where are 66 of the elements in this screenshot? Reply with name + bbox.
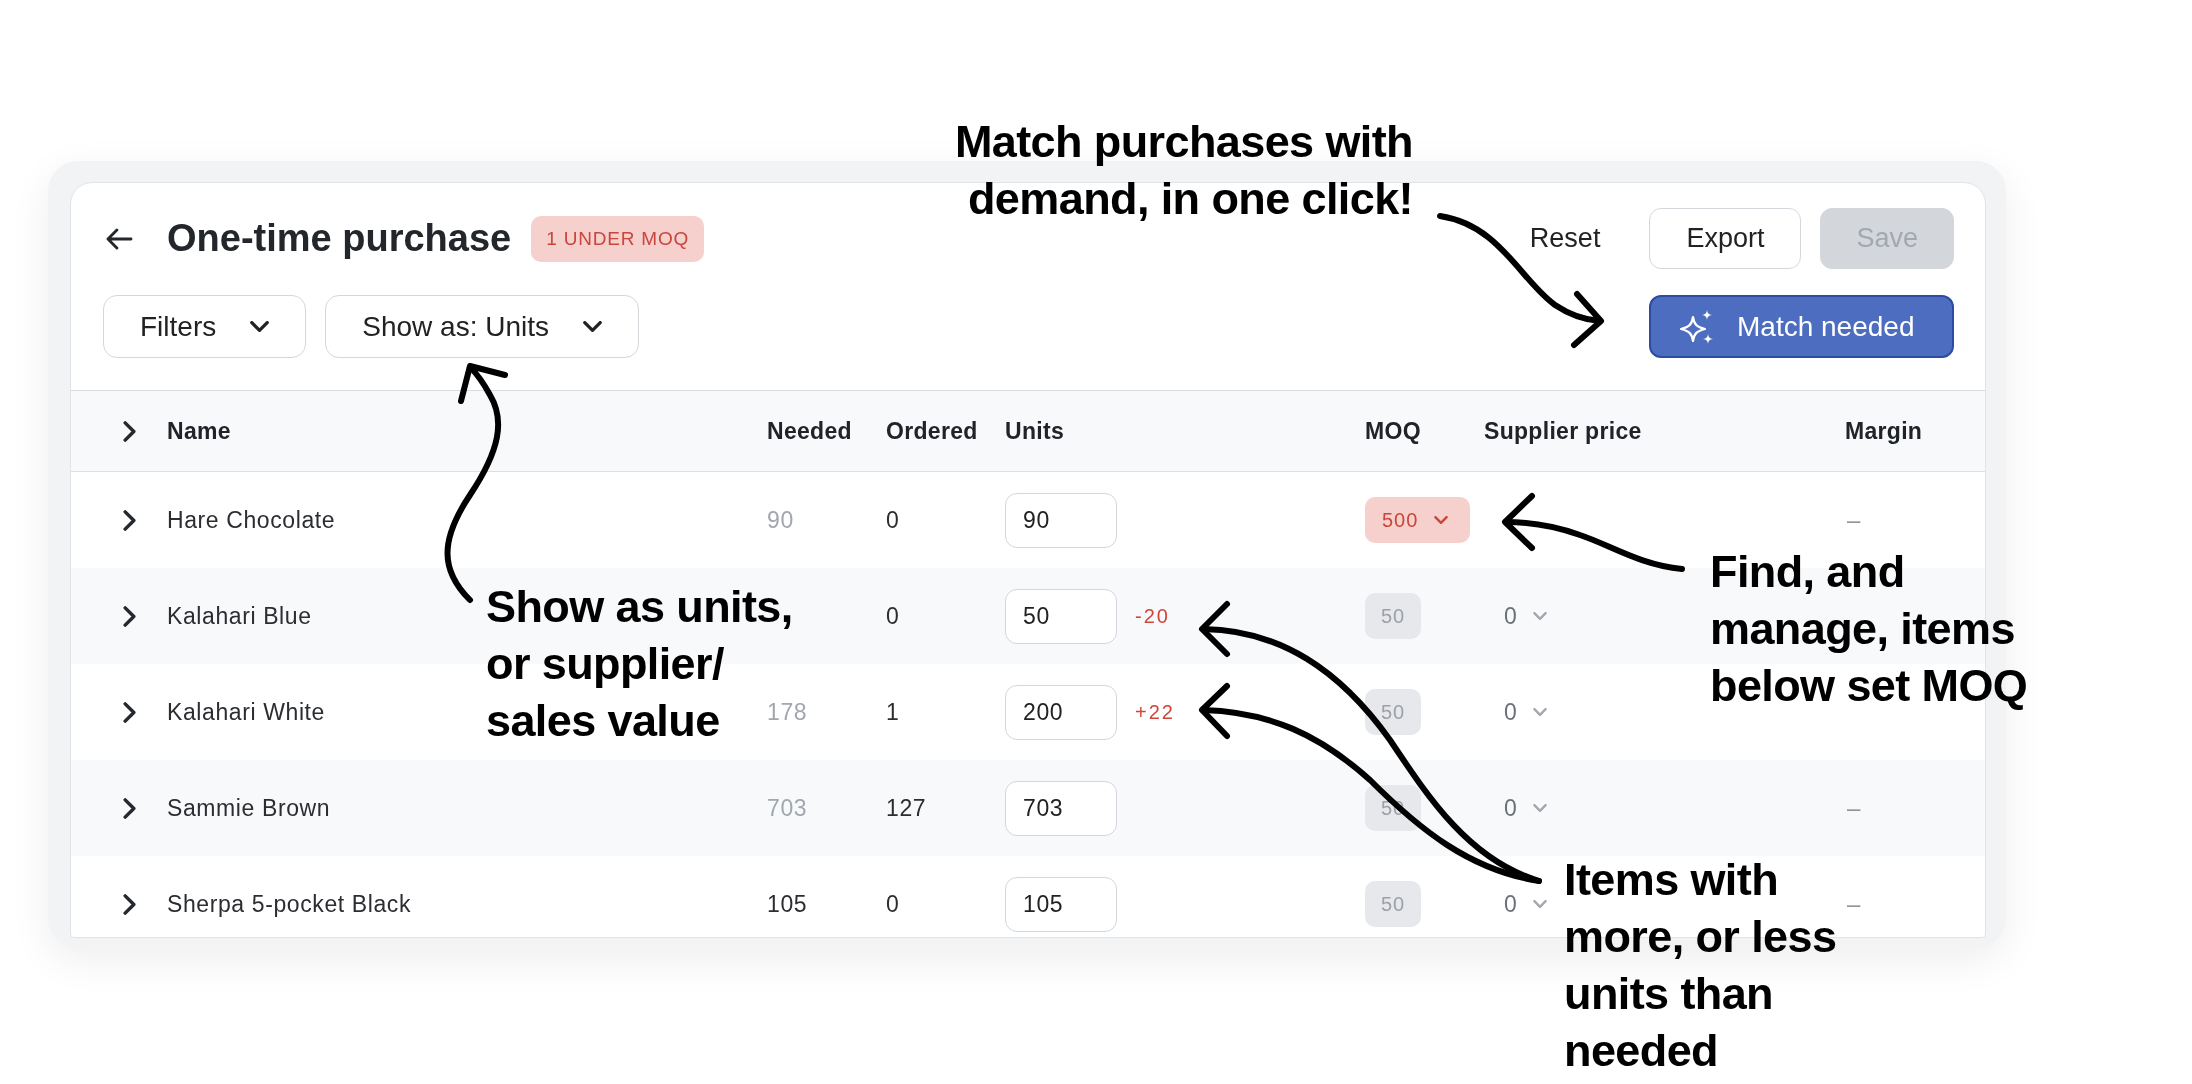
- supplier-price-select[interactable]: 0: [1504, 886, 1548, 922]
- column-header: Name: [167, 417, 231, 444]
- margin-value: –: [1847, 506, 1861, 533]
- chevron-right-icon[interactable]: [123, 797, 136, 819]
- text-button[interactable]: Reset: [1499, 208, 1631, 269]
- column-header: MOQ: [1365, 417, 1421, 444]
- page-title: One-time purchase: [167, 215, 512, 261]
- column-header: Margin: [1845, 417, 1923, 444]
- ordered-value: 127: [886, 794, 927, 821]
- margin-value: –: [1847, 890, 1861, 917]
- callout-text: needed: [1564, 1024, 1718, 1078]
- units-input[interactable]: 90: [1005, 492, 1117, 548]
- item-name: Kalahari Blue: [167, 602, 312, 629]
- callout-text: below set MOQ: [1710, 659, 2028, 713]
- status-badge: 1 UNDER MOQ: [531, 215, 705, 262]
- item-name: Hare Chocolate: [167, 506, 336, 533]
- callout-text: units than: [1564, 967, 1773, 1021]
- units-input[interactable]: 105: [1005, 876, 1117, 932]
- difference-value: -20: [1135, 604, 1170, 629]
- supplier-price-select[interactable]: 0: [1504, 694, 1548, 730]
- chevron-down-icon[interactable]: [250, 321, 270, 332]
- action-button[interactable]: Export: [1649, 208, 1802, 269]
- units-input[interactable]: 50: [1005, 588, 1117, 644]
- callout-text: Items with: [1564, 853, 1779, 907]
- units-input[interactable]: 703: [1005, 780, 1117, 836]
- dropdown-button[interactable]: Filters: [103, 295, 307, 358]
- callout-text: or supplier/: [486, 637, 724, 691]
- chevron-down-icon[interactable]: [583, 321, 602, 332]
- callout-text: Match purchases with: [954, 115, 1413, 169]
- supplier-price-select[interactable]: 0: [1504, 790, 1548, 826]
- column-header: Ordered: [886, 417, 978, 444]
- callout-text: manage, items: [1710, 602, 2015, 656]
- chevron-right-icon[interactable]: [123, 893, 136, 915]
- ordered-value: 1: [886, 698, 900, 725]
- ordered-value: 0: [886, 890, 900, 917]
- difference-value: +22: [1135, 700, 1175, 725]
- callout-text: Find, and: [1710, 545, 1905, 599]
- moq-value: 50: [1365, 593, 1422, 639]
- column-header: Needed: [767, 417, 852, 444]
- item-name: Sammie Brown: [167, 794, 331, 821]
- dropdown-button[interactable]: Show as: Units: [325, 295, 639, 358]
- needed-value: 90: [767, 506, 794, 533]
- needed-value: 178: [767, 698, 808, 725]
- chevron-right-icon[interactable]: [123, 420, 136, 442]
- callout-text: more, or less: [1564, 910, 1837, 964]
- callout-text: demand, in one click!: [968, 172, 1413, 226]
- margin-value: –: [1847, 794, 1861, 821]
- back-arrow-icon[interactable]: [106, 227, 133, 250]
- item-name: Sherpa 5-pocket Black: [167, 890, 411, 917]
- needed-value: 105: [767, 890, 808, 917]
- needed-value: 703: [767, 794, 808, 821]
- moq-value: 50: [1365, 689, 1422, 735]
- match-button[interactable]: Match needed: [1649, 295, 1954, 358]
- ordered-value: 0: [886, 602, 900, 629]
- ordered-value: 0: [886, 506, 900, 533]
- chevron-right-icon[interactable]: [123, 701, 136, 723]
- units-input[interactable]: 200: [1005, 684, 1117, 740]
- callout-text: Show as units,: [486, 580, 793, 634]
- chevron-right-icon[interactable]: [123, 509, 136, 531]
- supplier-price-select[interactable]: 0: [1504, 598, 1548, 634]
- column-header: Units: [1005, 417, 1064, 444]
- column-header: Supplier price: [1484, 417, 1642, 444]
- item-name: Kalahari White: [167, 698, 325, 725]
- callout-text: sales value: [486, 694, 720, 748]
- chevron-right-icon[interactable]: [123, 605, 136, 627]
- moq-value: 50: [1365, 881, 1422, 927]
